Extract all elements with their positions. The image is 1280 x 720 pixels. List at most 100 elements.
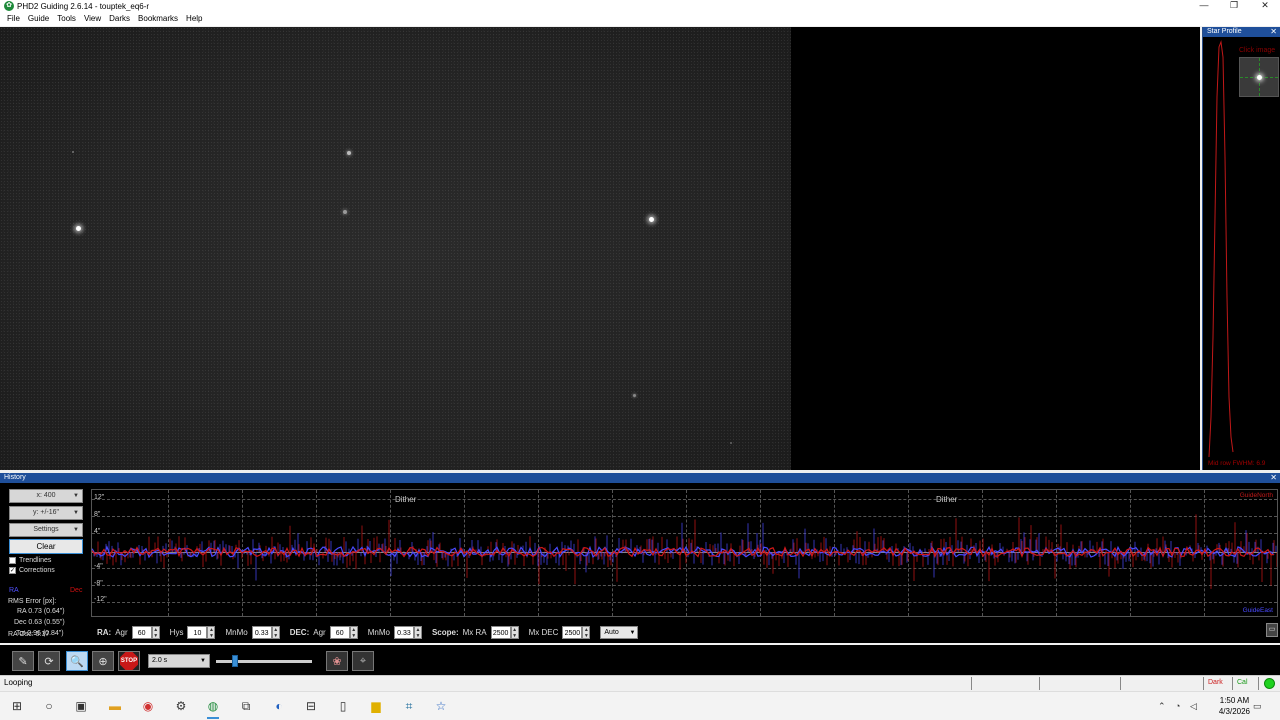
star-profile-panel: Star Profile ✕ Click image Mid row FWHM:… [1202,27,1280,470]
spin-arrows-icon[interactable]: ▲ ▼ [349,625,358,639]
status-divider [1258,677,1259,690]
windows-start-icon[interactable]: ⊞ [8,697,26,715]
app-icon[interactable]: ⚙ [172,697,190,715]
document-icon[interactable]: ▯ [334,697,352,715]
guide-image-pane[interactable] [0,27,1200,470]
spin-arrows-icon[interactable]: ▲ ▼ [413,625,422,639]
status-text: Looping [4,678,33,687]
spin-arrows-icon[interactable]: ▲ ▼ [207,625,216,639]
exposure-value: 2.0 s [152,657,168,664]
settings-dropdown[interactable]: Settings ▼ [9,523,83,537]
trendlines-checkbox[interactable] [9,557,16,564]
app-icon[interactable]: ▆ [367,697,385,715]
notification-icon[interactable]: ▭ [1253,701,1262,712]
close-window-button[interactable]: ✕ [1250,0,1280,12]
star[interactable] [76,226,81,231]
star[interactable] [730,442,732,444]
max-ra-duration-stepper[interactable]: 2500 ▲ ▼ [490,625,519,639]
app-icon[interactable]: ⧉ [237,697,255,715]
hysteresis-stepper[interactable]: 10 ▲ ▼ [187,625,216,639]
corrections-label: Corrections [19,567,55,574]
app-icon[interactable]: ⌗ [400,697,418,715]
usb-connect-button[interactable]: ✎ [12,651,34,671]
dec-guide-mode-dropdown[interactable]: Auto ▼ [600,625,639,639]
dec-guide-mode-value: Auto [604,628,619,636]
search-icon[interactable]: ○ [40,697,58,715]
menu-tools[interactable]: Tools [53,12,80,26]
ra-aggression-stepper[interactable]: 60 ▲ ▼ [131,625,160,639]
spin-arrows-icon[interactable]: ▲ ▼ [510,625,519,639]
spin-arrows-icon[interactable]: ▲ ▼ [151,625,160,639]
loop-button[interactable]: ⟳ [38,651,60,671]
exposure-dropdown[interactable]: 2.0 s ▼ [148,654,210,668]
menu-darks[interactable]: Darks [105,12,134,26]
clear-button[interactable]: Clear [9,539,83,554]
y-scale-dropdown[interactable]: y: +/-16" ▼ [9,506,83,520]
auto-select-star-button[interactable]: 🔍 [66,651,88,671]
mx-ra-label: Mx RA [462,627,487,637]
star[interactable] [343,210,347,214]
dec-label: DEC: [289,627,310,637]
chrome-icon[interactable]: ◉ [139,697,157,715]
menu-guide[interactable]: Guide [24,12,53,26]
trendlines-checkbox-row[interactable]: Trendlines [9,557,51,564]
file-explorer-icon[interactable]: ▬ [106,697,124,715]
menu-bookmarks[interactable]: Bookmarks [134,12,182,26]
wifi-icon[interactable]: ◔ [1175,701,1180,711]
star[interactable] [72,151,74,153]
history-title: History [4,474,26,481]
ra-aggression-value[interactable]: 60 [131,625,152,639]
ra-osc: RA Osc: 0.37 [8,631,50,638]
ra-min-move-value[interactable]: 0.33 [251,625,272,639]
history-graph[interactable]: 12" 8" 4" -4" -8" -12" Dither Dither Gui… [91,489,1278,617]
guide-camera-frame[interactable] [0,27,791,470]
star[interactable] [633,394,636,397]
x-scale-dropdown[interactable]: x: 400 ▼ [9,489,83,503]
minimize-button[interactable]: — [1189,0,1219,12]
settings-label: Settings [33,526,59,533]
scope-button[interactable]: ⌖ [352,651,374,671]
restore-button[interactable]: ❐ [1219,0,1249,12]
x-scale-value: x: 400 [36,492,56,499]
brain-button[interactable]: ❀ [326,651,348,671]
menu-help[interactable]: Help [182,12,206,26]
max-ra-duration-value[interactable]: 2500 [490,625,511,639]
corrections-checkbox-row[interactable]: ✓ Corrections [9,567,55,574]
corrections-checkbox[interactable]: ✓ [9,567,16,574]
hysteresis-value[interactable]: 10 [187,625,208,639]
stop-button[interactable]: STOP [118,651,140,671]
guide-button[interactable]: ⊕ [92,651,114,671]
spin-arrows-icon[interactable]: ▲ ▼ [271,625,280,639]
rms-ra: RA 0.73 (0.64") [17,608,65,615]
star[interactable] [649,217,654,222]
guide-target-icon: ⊕ [98,655,108,668]
gamma-slider-thumb[interactable] [232,655,238,667]
app-icon[interactable]: ⊟ [302,697,320,715]
chevron-down-icon: ▼ [73,493,79,499]
ra-min-move-stepper[interactable]: 0.33 ▲ ▼ [251,625,280,639]
app-icon[interactable]: ◐ [270,697,288,715]
menu-file[interactable]: File [3,12,24,26]
dec-aggression-value[interactable]: 60 [329,625,350,639]
max-dec-duration-stepper[interactable]: 2500 ▲ ▼ [562,625,591,639]
dec-min-move-value[interactable]: 0.33 [393,625,414,639]
system-clock[interactable]: 1:50 AM 4/3/2026 [1219,695,1250,717]
spin-arrows-icon[interactable]: ▲ ▼ [582,625,591,639]
phd2-taskbar-icon[interactable]: ◍ [204,697,222,719]
star-profile-close-icon[interactable]: ✕ [1270,27,1277,37]
sensor-noise [0,27,791,470]
star[interactable] [347,151,351,155]
star-app-icon[interactable]: ☆ [432,697,450,715]
max-dec-duration-value[interactable]: 2500 [562,625,583,639]
gamma-slider-track[interactable] [216,660,312,663]
dec-aggression-stepper[interactable]: 60 ▲ ▼ [329,625,358,639]
tray-chevron-icon[interactable]: ⌃ [1158,701,1166,712]
star-thumbnail[interactable] [1239,57,1279,97]
volume-icon[interactable]: ◁ [1190,701,1197,712]
dec-min-move-stepper[interactable]: 0.33 ▲ ▼ [393,625,422,639]
task-view-icon[interactable]: ▣ [72,697,90,715]
history-close-icon[interactable]: ✕ [1270,473,1277,483]
menu-view[interactable]: View [80,12,105,26]
stop-icon: STOP [120,652,138,670]
graph-menu-icon[interactable]: ▭ [1266,623,1278,637]
